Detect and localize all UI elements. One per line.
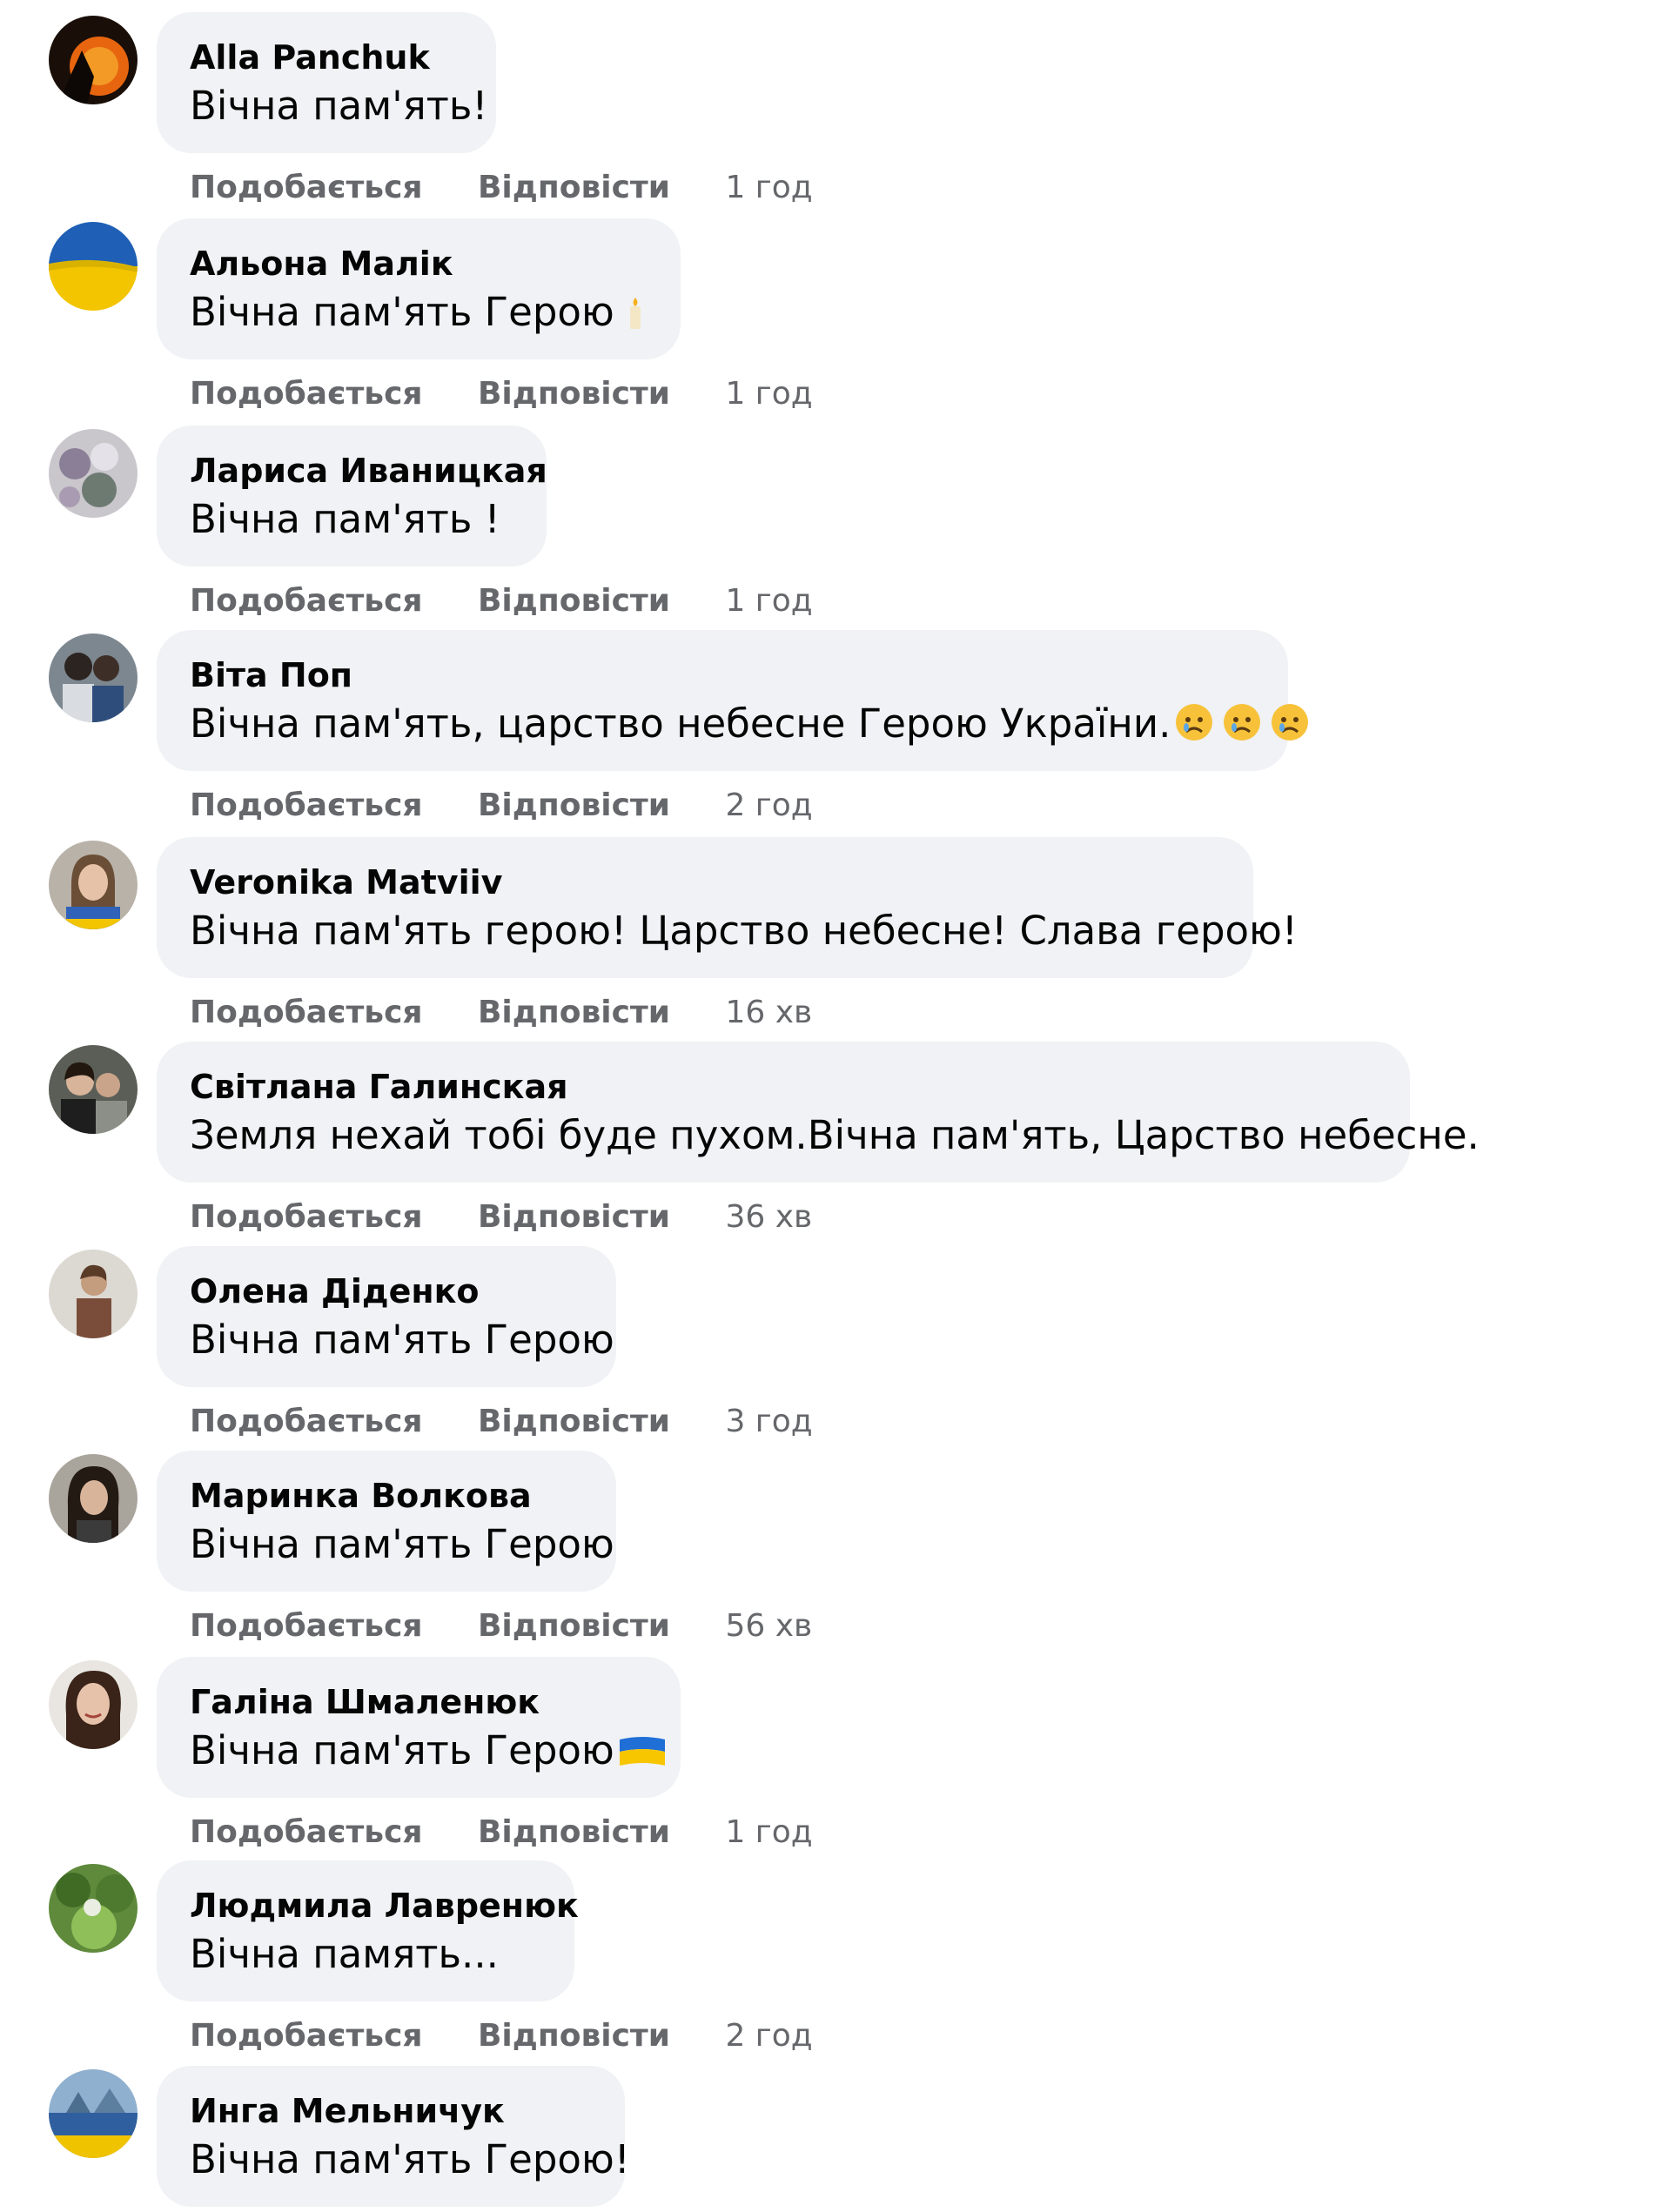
comment-bubble: Віта Поп Вічна пам'ять, царство небесне … xyxy=(157,630,1309,771)
like-button[interactable]: Подобається xyxy=(190,1196,423,1238)
comment-author[interactable]: Галіна Шмаленюк xyxy=(190,1681,648,1723)
comment-actions: Подобається Відповісти 1 год xyxy=(190,580,813,622)
woman-portrait-avatar-icon[interactable] xyxy=(49,1660,138,1749)
sad-face-icons xyxy=(1174,702,1313,755)
garden-avatar-icon[interactable] xyxy=(49,1864,138,1953)
comment-item: Людмила Лавренюк Вічна память... Подобає… xyxy=(0,1860,1671,2068)
comment-author[interactable]: Alla Panchuk xyxy=(190,37,463,78)
comment-item: Галіна Шмаленюк Вічна пам'ять Герою Подо… xyxy=(0,1657,1671,1864)
comment-actions: Подобається Відповісти 1 год xyxy=(190,1812,813,1853)
comment-author[interactable]: Віта Поп xyxy=(190,654,1255,696)
reply-button[interactable]: Відповісти xyxy=(478,373,670,415)
reply-button[interactable]: Відповісти xyxy=(478,992,670,1034)
comment-text: Вічна пам'ять Герою xyxy=(190,1521,614,1567)
comment-author[interactable]: Світлана Галинская xyxy=(190,1066,1377,1108)
comment-item: Veronika Matviiv Вічна пам'ять герою! Ца… xyxy=(0,837,1671,1044)
comment-author[interactable]: Лариса Иваницкая xyxy=(190,450,547,492)
comment-timestamp[interactable]: 1 год xyxy=(725,167,812,209)
comment-item: Маринка Волкова Вічна пам'ять Герою Подо… xyxy=(0,1451,1671,1658)
comment-bubble: Альона Малік Вічна пам'ять Герою xyxy=(157,218,681,359)
comment-text: Вічна пам'ять Герою xyxy=(190,286,648,344)
two-people-avatar-icon[interactable] xyxy=(49,633,138,722)
like-button[interactable]: Подобається xyxy=(190,1401,423,1443)
comment-item: Лариса Иваницкая Вічна пам'ять ! Подобає… xyxy=(0,426,1671,633)
comment-actions: Подобається Відповісти 36 хв xyxy=(190,1196,812,1238)
flowers-avatar-icon[interactable] xyxy=(49,429,138,518)
candle-icon xyxy=(618,292,653,344)
reply-button[interactable]: Відповісти xyxy=(478,580,670,622)
comment-timestamp[interactable]: 1 год xyxy=(725,580,812,622)
comment-timestamp[interactable]: 3 год xyxy=(725,1401,812,1443)
reply-button[interactable]: Відповісти xyxy=(478,1605,670,1647)
comment-actions: Подобається Відповісти 2 год xyxy=(190,785,813,827)
like-button[interactable]: Подобається xyxy=(190,2015,423,2057)
comment-actions: Подобається Відповісти 16 хв xyxy=(190,992,812,1034)
like-button[interactable]: Подобається xyxy=(190,167,423,209)
like-button[interactable]: Подобається xyxy=(190,992,423,1034)
comment-author[interactable]: Олена Діденко xyxy=(190,1270,583,1312)
comment-item: Alla Panchuk Вічна пам'ять! Подобається … xyxy=(0,12,1671,219)
comment-item: Олена Діденко Вічна пам'ять Герою Подоба… xyxy=(0,1246,1671,1453)
comment-timestamp[interactable]: 1 год xyxy=(725,373,812,415)
couple-avatar-icon[interactable] xyxy=(49,1045,138,1134)
like-button[interactable]: Подобається xyxy=(190,580,423,622)
comment-text: Вічна пам'ять! xyxy=(190,83,488,129)
dark-hair-avatar-icon[interactable] xyxy=(49,1454,138,1543)
comment-text: Вічна пам'ять Герою xyxy=(190,1317,614,1363)
comment-timestamp[interactable]: 2 год xyxy=(725,785,812,827)
comment-bubble: Світлана Галинская Земля нехай тобі буде… xyxy=(157,1042,1480,1183)
comment-author[interactable]: Людмила Лавренюк xyxy=(190,1885,579,1927)
comment-item: Віта Поп Вічна пам'ять, царство небесне … xyxy=(0,630,1671,837)
comment-text: Земля нехай тобі буде пухом.Вічна пам'ят… xyxy=(190,1112,1480,1158)
comment-bubble: Veronika Matviiv Вічна пам'ять герою! Ца… xyxy=(157,837,1298,978)
reply-button[interactable]: Відповісти xyxy=(478,785,670,827)
comment-actions: Подобається Відповісти 1 год xyxy=(190,373,813,415)
like-button[interactable]: Подобається xyxy=(190,1812,423,1853)
like-button[interactable]: Подобається xyxy=(190,373,423,415)
comment-actions: Подобається Відповісти 56 хв xyxy=(190,1605,812,1647)
comment-text: Вічна пам'ять Герою xyxy=(190,1725,665,1782)
comment-text: Вічна пам'ять ! xyxy=(190,496,500,542)
comment-bubble: Олена Діденко Вічна пам'ять Герою xyxy=(157,1246,616,1387)
woman-avatar-icon[interactable] xyxy=(49,841,138,929)
comment-actions: Подобається Відповісти 1 год xyxy=(190,167,813,209)
comments-list: Alla Panchuk Вічна пам'ять! Подобається … xyxy=(0,0,1671,2212)
comment-timestamp[interactable]: 56 хв xyxy=(725,1605,812,1647)
comment-timestamp[interactable]: 16 хв xyxy=(725,992,812,1034)
comment-author[interactable]: Veronika Matviiv xyxy=(190,861,1220,903)
sunset-avatar-icon[interactable] xyxy=(49,16,138,104)
comment-author[interactable]: Маринка Волкова xyxy=(190,1475,583,1517)
comment-item: Альона Малік Вічна пам'ять Герою Подобає… xyxy=(0,218,1671,426)
comment-timestamp[interactable]: 1 год xyxy=(725,1812,812,1853)
like-button[interactable]: Подобається xyxy=(190,1605,423,1647)
comment-text: Вічна память... xyxy=(190,1931,499,1977)
comment-timestamp[interactable]: 36 хв xyxy=(725,1196,812,1238)
comment-bubble: Маринка Волкова Вічна пам'ять Герою xyxy=(157,1451,616,1592)
reply-button[interactable]: Відповісти xyxy=(478,1812,670,1853)
like-button[interactable]: Подобається xyxy=(190,785,423,827)
comment-text: Вічна пам'ять герою! Царство небесне! Сл… xyxy=(190,908,1298,954)
ukraine-flag-icon xyxy=(618,1730,667,1782)
comment-actions: Подобається Відповісти 3 год xyxy=(190,1401,813,1443)
reply-button[interactable]: Відповісти xyxy=(478,1401,670,1443)
comment-author[interactable]: Инга Мельничук xyxy=(190,2090,592,2132)
comment-text: Вічна пам'ять Герою! xyxy=(190,2136,630,2182)
comment-author[interactable]: Альона Малік xyxy=(190,243,648,285)
comment-item: Инга Мельничук Вічна пам'ять Герою! xyxy=(0,2066,1671,2212)
reply-button[interactable]: Відповісти xyxy=(478,2015,670,2057)
person-avatar-icon[interactable] xyxy=(49,1250,138,1338)
comment-bubble: Alla Panchuk Вічна пам'ять! xyxy=(157,12,496,153)
flag-landscape-avatar-icon[interactable] xyxy=(49,2069,138,2158)
comment-actions: Подобається Відповісти 2 год xyxy=(190,2015,813,2057)
comment-bubble: Галіна Шмаленюк Вічна пам'ять Герою xyxy=(157,1657,681,1798)
comment-item: Світлана Галинская Земля нехай тобі буде… xyxy=(0,1042,1671,1249)
reply-button[interactable]: Відповісти xyxy=(478,1196,670,1238)
comment-bubble: Инга Мельничук Вічна пам'ять Герою! xyxy=(157,2066,630,2207)
ukraine-flag-avatar-icon[interactable] xyxy=(49,222,138,311)
comment-timestamp[interactable]: 2 год xyxy=(725,2015,812,2057)
reply-button[interactable]: Відповісти xyxy=(478,167,670,209)
comment-text: Вічна пам'ять, царство небесне Герою Укр… xyxy=(190,698,1309,755)
comment-bubble: Лариса Иваницкая Вічна пам'ять ! xyxy=(157,426,547,566)
comment-bubble: Людмила Лавренюк Вічна память... xyxy=(157,1860,579,2001)
